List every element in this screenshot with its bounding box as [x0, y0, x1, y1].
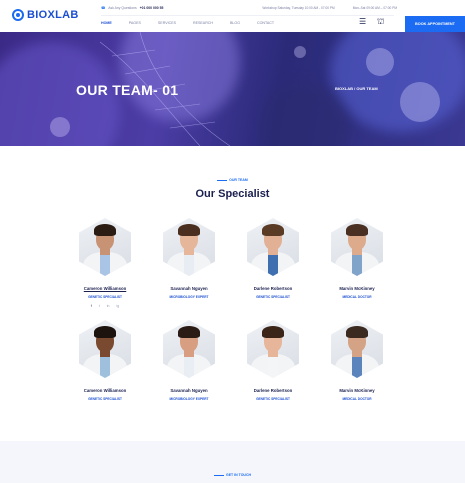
member-name[interactable]: Savannah Nguyen	[154, 286, 224, 291]
site-header: BIOXLAB ☎ Ask Any Questions +01 000 000 …	[0, 0, 465, 32]
team-card[interactable]: Darlene Robertson GENETIC SPECIALIST	[238, 320, 308, 401]
member-photo	[79, 320, 131, 378]
member-photo	[163, 320, 215, 378]
member-role: MEDICAL DOCTOR	[342, 397, 372, 401]
member-name[interactable]: Darlene Robertson	[238, 286, 308, 291]
member-photo	[331, 218, 383, 276]
team-card[interactable]: Savannah Nguyen MICROBIOLOGY EXPERT	[154, 218, 224, 299]
main-nav: HOME PAGES SERVICES RESEARCH BLOG CONTAC…	[101, 21, 274, 25]
member-shirt	[268, 354, 278, 378]
member-photo	[247, 218, 299, 276]
logo[interactable]: BIOXLAB	[12, 9, 79, 21]
nav-item-contact[interactable]: CONTACT	[257, 21, 274, 25]
member-role: GENETIC SPECIALIST	[256, 295, 290, 299]
page-title: OUR TEAM- 01	[76, 82, 179, 98]
breadcrumb[interactable]: BIOXLAB / OUR TEAM	[335, 86, 378, 91]
header-icons: ☰ ⛫	[359, 18, 385, 26]
logo-icon	[12, 9, 24, 21]
member-shirt	[100, 252, 110, 276]
member-role: GENETIC SPECIALIST	[256, 397, 290, 401]
member-photo	[247, 320, 299, 378]
member-hair	[94, 224, 116, 236]
phone-number[interactable]: +01 000 000 55	[140, 6, 164, 10]
twitter-icon[interactable]: t	[99, 304, 100, 308]
team-card[interactable]: Cameron Williamson GENETIC SPECIALIST f t in…	[70, 218, 140, 308]
linkedin-icon[interactable]: in	[107, 304, 110, 308]
member-shirt	[184, 252, 194, 276]
instagram-icon[interactable]: ig	[116, 304, 119, 308]
member-name[interactable]: Marvin McKinney	[322, 286, 392, 291]
header-divider	[101, 15, 394, 16]
member-shirt	[352, 354, 362, 378]
member-hair	[262, 326, 284, 338]
menu-icon[interactable]: ☰	[359, 18, 367, 26]
nav-item-home[interactable]: HOME	[101, 21, 112, 25]
team-card[interactable]: Savannah Nguyen MICROBIOLOGY EXPERT	[154, 320, 224, 401]
contact-eyebrow: GET IN TOUCH	[0, 473, 465, 477]
contact-band: GET IN TOUCH	[0, 441, 465, 483]
book-appointment-button[interactable]: BOOK APPOINTMENT	[405, 16, 465, 32]
team-card[interactable]: Darlene Robertson GENETIC SPECIALIST	[238, 218, 308, 299]
member-hair	[94, 326, 116, 338]
member-role: MICROBIOLOGY EXPERT	[169, 397, 209, 401]
team-card[interactable]: Marvin McKinney MEDICAL DOCTOR	[322, 320, 392, 401]
member-role: GENETIC SPECIALIST	[88, 295, 122, 299]
section-eyebrow: OUR TEAM	[0, 178, 465, 182]
topbar-contact: ☎ Ask Any Questions +01 000 000 55	[101, 6, 164, 10]
team-card[interactable]: Cameron Williamson GENETIC SPECIALIST	[70, 320, 140, 401]
member-hair	[178, 224, 200, 236]
member-photo	[331, 320, 383, 378]
nav-item-research[interactable]: RESEARCH	[193, 21, 213, 25]
member-shirt	[352, 252, 362, 276]
cart-icon[interactable]: ⛫	[377, 18, 385, 26]
member-hair	[346, 224, 368, 236]
member-shirt	[100, 354, 110, 378]
facebook-icon[interactable]: f	[91, 304, 92, 308]
member-role: MICROBIOLOGY EXPERT	[169, 295, 209, 299]
member-shirt	[268, 252, 278, 276]
topbar-address: Workshop Saturday, Tuesday 10:00 AM - 07…	[262, 6, 335, 10]
topbar-hours: Mon–Sat 09:00 AM – 07:00 PM	[352, 6, 397, 10]
nav-item-services[interactable]: SERVICES	[158, 21, 176, 25]
member-name[interactable]: Cameron Williamson	[70, 286, 140, 291]
member-photo	[163, 218, 215, 276]
nav-item-pages[interactable]: PAGES	[129, 21, 141, 25]
member-name[interactable]: Marvin McKinney	[322, 388, 392, 393]
member-name[interactable]: Savannah Nguyen	[154, 388, 224, 393]
member-shirt	[184, 354, 194, 378]
nav-item-blog[interactable]: BLOG	[230, 21, 240, 25]
topbar-info: Workshop Saturday, Tuesday 10:00 AM - 07…	[262, 6, 397, 10]
member-hair	[346, 326, 368, 338]
member-name[interactable]: Cameron Williamson	[70, 388, 140, 393]
member-socials: f t in ig	[70, 304, 140, 308]
hero-banner: OUR TEAM- 01 BIOXLAB / OUR TEAM	[0, 32, 465, 146]
member-role: GENETIC SPECIALIST	[88, 397, 122, 401]
dna-graphic	[50, 32, 440, 146]
team-card[interactable]: Marvin McKinney MEDICAL DOCTOR	[322, 218, 392, 299]
member-photo	[79, 218, 131, 276]
member-name[interactable]: Darlene Robertson	[238, 388, 308, 393]
member-hair	[178, 326, 200, 338]
member-role: MEDICAL DOCTOR	[342, 295, 372, 299]
phone-icon: ☎	[101, 6, 106, 10]
section-title: Our Specialist	[195, 188, 270, 200]
member-hair	[262, 224, 284, 236]
